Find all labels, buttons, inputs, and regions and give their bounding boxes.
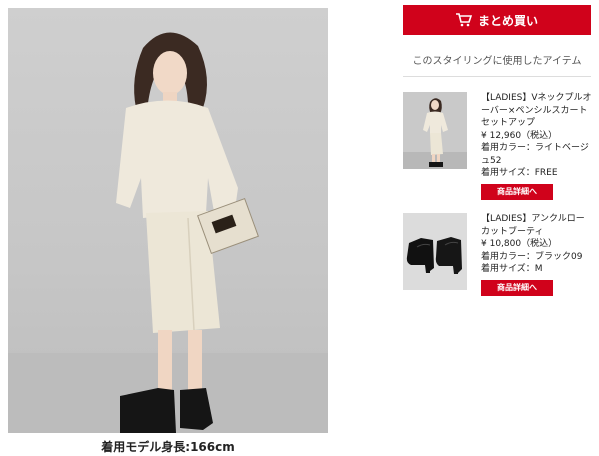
item-price: ¥ 10,800（税込）	[481, 239, 558, 249]
item-name[interactable]: 【LADIES】アンクルローカットブーティ	[481, 213, 593, 238]
item-detail-button[interactable]: 商品詳細へ	[481, 183, 553, 200]
divider	[403, 76, 591, 77]
model-photo-thumbnail-icon	[403, 98, 467, 169]
item-size: 着用サイズ：M	[481, 264, 543, 274]
bootie-thumbnail-icon	[406, 237, 462, 274]
item-name[interactable]: 【LADIES】Vネックプルオーバー×ペンシルスカートセットアップ	[481, 92, 593, 130]
item-color: 着用カラー：ライトベージュ52	[481, 143, 589, 166]
item-thumbnail[interactable]	[403, 92, 467, 169]
item-color: 着用カラー：ブラック09	[481, 251, 583, 262]
item-detail-button[interactable]: 商品詳細へ	[481, 279, 553, 296]
cart-icon	[455, 13, 472, 27]
styling-items-heading: このスタイリングに使用したアイテム	[412, 56, 582, 67]
main-model-photo	[8, 8, 328, 433]
buy-together-label: まとめ買い	[477, 13, 538, 28]
item-thumbnail[interactable]	[403, 213, 467, 290]
item-size: 着用サイズ：FREE	[481, 168, 558, 178]
item-price: ¥ 12,960（税込）	[481, 130, 558, 141]
buy-together-button[interactable]: まとめ買い	[403, 5, 591, 35]
model-height-caption: 着用モデル身長:166cm	[101, 440, 235, 454]
model-illustration	[8, 32, 328, 433]
